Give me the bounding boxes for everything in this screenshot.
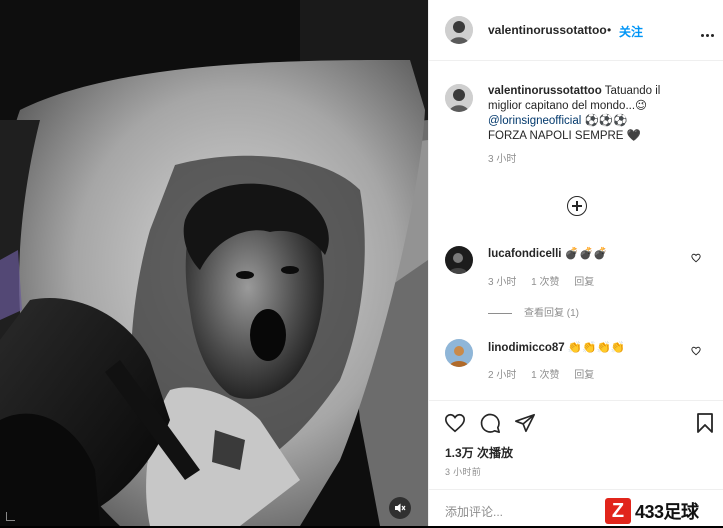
comment-2: linodimicco87 👏👏👏👏 [488,340,625,354]
view-replies-label: 查看回复 (1) [524,308,579,319]
caption-username-link[interactable]: valentinorussotattoo [488,85,602,97]
comment-text: 👏👏👏👏 [567,342,626,354]
follow-button[interactable]: 关注 [619,23,643,40]
author-avatar[interactable] [445,16,473,44]
comment-likes[interactable]: 1 次赞 [531,277,559,288]
save-bookmark-icon[interactable] [695,412,715,434]
post-caption: valentinorussotattoo Tatuando il miglior… [488,84,713,167]
mention-link[interactable]: @lorinsigneofficial [488,115,581,127]
author-username-link[interactable]: valentinorussotattoo [488,23,607,37]
avatar-image [445,339,473,367]
more-options-icon[interactable] [701,28,716,40]
add-comment-input[interactable]: 添加评论... [445,503,503,520]
watermark-z-icon: Z [605,498,631,524]
reply-button[interactable]: 回复 [574,370,594,381]
media-corner-icon [6,512,15,521]
watermark-text: 433足球 [635,502,699,522]
caption-text-1: Tatuando il [604,85,661,97]
post-header: valentinorussotattoo • 关注 [429,0,723,61]
like-heart-icon[interactable] [444,412,466,434]
caption-text-2: miglior capitano del mondo...😉 [488,100,648,112]
tattoo-video-frame [0,0,428,526]
mute-toggle-button[interactable] [389,497,411,519]
commenter-avatar[interactable] [445,339,473,367]
comment-username-link[interactable]: linodimicco87 [488,342,565,354]
comment-like-heart-icon[interactable] [691,346,701,356]
post-media-video[interactable] [0,0,428,526]
avatar-image [445,16,473,44]
comment-text: 💣💣💣 [564,248,608,260]
comment-time: 2 小时 [488,370,517,381]
load-more-comments-button[interactable] [567,196,587,216]
comment-username-link[interactable]: lucafondicelli [488,248,562,260]
caption-text-4: FORZA NAPOLI SEMPRE 🖤 [488,130,641,142]
avatar-image [445,246,473,274]
commenter-avatar[interactable] [445,246,473,274]
post-details-panel: valentinorussotattoo • 关注 valentinorusso… [428,0,723,526]
post-timestamp: 3 小时前 [445,467,482,477]
comment-like-heart-icon[interactable] [691,253,701,263]
post-actions-section: 1.3万 次播放 3 小时前 添加评论... Z 433足球 [429,400,723,527]
add-comment-bar: 添加评论... Z 433足球 [429,489,723,528]
comment-bubble-icon[interactable] [479,412,501,434]
view-replies-button[interactable]: 查看回复 (1) [488,304,579,319]
comment-likes[interactable]: 1 次赞 [531,370,559,381]
caption-avatar[interactable] [445,84,473,112]
comment-2-meta: 2 小时 1 次赞 回复 [488,366,594,381]
share-paper-plane-icon[interactable] [514,412,536,434]
comment-1-meta: 3 小时 1 次赞 回复 [488,273,594,288]
caption-balls: ⚽⚽⚽ [584,115,628,127]
avatar-image [445,84,473,112]
comment-time: 3 小时 [488,277,517,288]
caption-time: 3 小时 [488,154,517,165]
header-separator: • [607,23,612,37]
comment-1: lucafondicelli 💣💣💣 [488,246,608,260]
reply-button[interactable]: 回复 [574,277,594,288]
site-watermark-logo: Z 433足球 [605,496,699,526]
view-count[interactable]: 1.3万 次播放 [445,444,513,461]
speaker-muted-icon [395,503,406,513]
